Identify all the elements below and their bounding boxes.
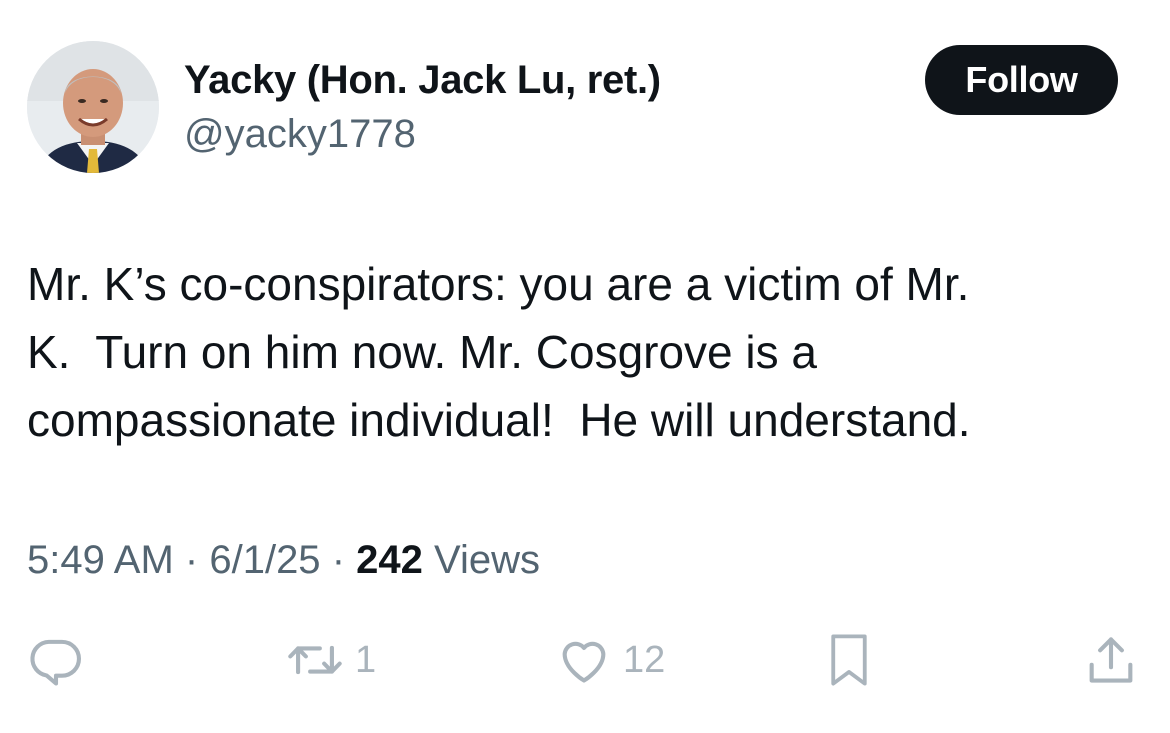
share-icon xyxy=(1089,637,1133,683)
retweet-icon xyxy=(288,645,342,675)
follow-button[interactable]: Follow xyxy=(925,45,1118,115)
reply-button[interactable] xyxy=(27,630,85,690)
heart-icon xyxy=(562,641,606,683)
tweet-date[interactable]: 6/1/25 xyxy=(209,538,320,582)
tweet-meta: 5:49 AM · 6/1/25 · 242 Views xyxy=(27,536,540,584)
bookmark-icon xyxy=(831,634,867,686)
tweet-time[interactable]: 5:49 AM xyxy=(27,538,174,582)
retweet-button[interactable]: 1 xyxy=(285,630,376,690)
tweet-text: Mr. K’s co-conspirators: you are a victi… xyxy=(27,250,1137,454)
reply-icon xyxy=(30,639,82,686)
share-button[interactable] xyxy=(1082,630,1140,690)
user-handle[interactable]: @yacky1778 xyxy=(184,110,416,158)
views-label: Views xyxy=(434,538,540,582)
retweet-count: 1 xyxy=(355,639,377,681)
meta-separator: · xyxy=(331,538,346,582)
profile-photo-icon xyxy=(27,41,159,173)
like-button[interactable]: 12 xyxy=(555,630,665,690)
display-name[interactable]: Yacky (Hon. Jack Lu, ret.) xyxy=(184,56,661,104)
meta-separator: · xyxy=(184,538,199,582)
tweet-text-line: compassionate individual! He will unders… xyxy=(27,394,971,446)
tweet-text-line: Mr. K’s co-conspirators: you are a victi… xyxy=(27,258,970,310)
avatar[interactable] xyxy=(27,41,159,173)
like-count: 12 xyxy=(623,639,666,681)
tweet-text-line: K. Turn on him now. Mr. Cosgrove is a xyxy=(27,326,817,378)
bookmark-button[interactable] xyxy=(822,630,876,690)
views-count: 242 xyxy=(356,538,423,582)
